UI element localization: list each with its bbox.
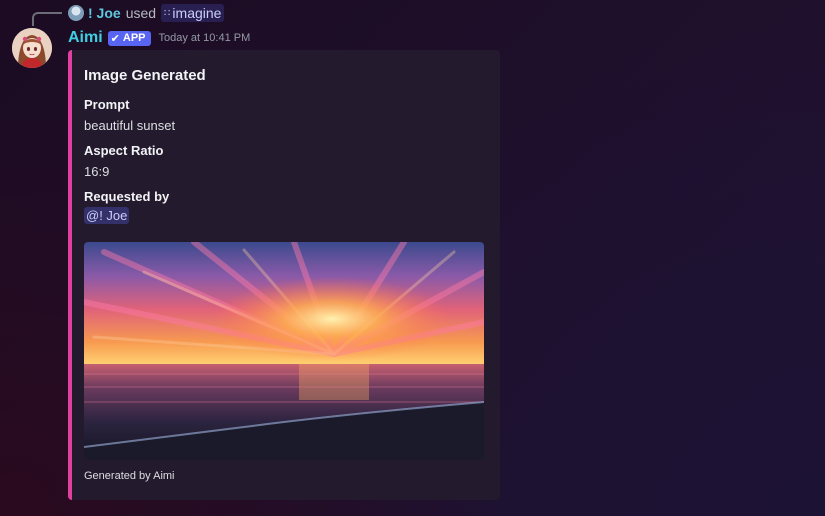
bot-username[interactable]: Aimi (68, 29, 103, 47)
app-badge: ✔ APP (107, 30, 151, 46)
embed-title: Image Generated (84, 67, 206, 84)
command-chip[interactable]: ∷ imagine (161, 4, 225, 22)
command-name: imagine (172, 5, 222, 21)
reply-context[interactable]: ! Joe used ∷ imagine (68, 4, 225, 22)
reply-spine (32, 12, 62, 26)
generated-sunset-image[interactable] (84, 242, 484, 460)
checkmark-icon: ✔ (110, 32, 120, 45)
anime-girl-avatar-icon (12, 28, 52, 68)
bot-avatar[interactable] (12, 28, 52, 68)
field-aspect-ratio-name: Aspect Ratio (84, 143, 164, 158)
slash-command-icon: ∷ (164, 7, 170, 19)
user-mention[interactable]: @! Joe (84, 207, 130, 224)
field-prompt-name: Prompt (84, 97, 130, 112)
message-header: Aimi ✔ APP Today at 10:41 PM (68, 28, 250, 48)
reply-user-avatar[interactable] (68, 5, 84, 21)
field-requested-by-value: @! Joe (84, 207, 130, 224)
field-aspect-ratio-value: 16:9 (84, 164, 110, 179)
embed-footer: Generated by Aimi (84, 470, 175, 482)
reply-used-text: used (125, 5, 157, 21)
embed-accent-bar (68, 50, 72, 500)
reply-username[interactable]: ! Joe (88, 5, 121, 21)
field-prompt-value: beautiful sunset (84, 118, 176, 133)
app-badge-label: APP (122, 32, 146, 44)
field-requested-by-name: Requested by (84, 189, 170, 204)
embed-card: Image Generated Prompt beautiful sunset … (68, 50, 500, 500)
message-timestamp[interactable]: Today at 10:41 PM (159, 32, 251, 44)
